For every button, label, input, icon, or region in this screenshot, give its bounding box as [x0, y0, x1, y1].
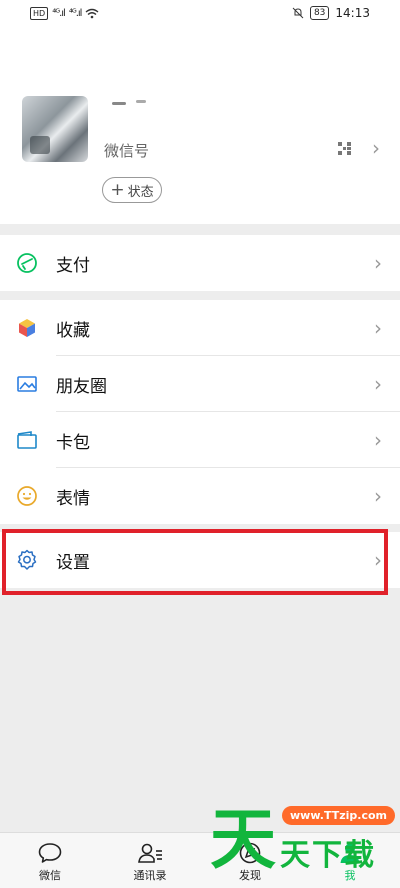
bottom-tab-bar: 微信 通讯录 发现 我	[0, 832, 400, 888]
chevron-right-icon: ›	[374, 484, 382, 508]
menu-item-pay[interactable]: 支付 ›	[0, 235, 400, 291]
profile-header[interactable]: 微信号 › + 状态	[0, 28, 400, 224]
qr-code-icon[interactable]	[338, 142, 351, 155]
menu-item-settings[interactable]: 设置 ›	[0, 532, 400, 588]
plus-icon: +	[110, 179, 125, 200]
wifi-icon	[85, 8, 99, 19]
chevron-right-icon: ›	[374, 316, 382, 340]
tab-me-label: 我	[344, 869, 356, 882]
battery-indicator: 83	[309, 6, 330, 20]
menu-item-favorites[interactable]: 收藏 ›	[0, 300, 400, 356]
menu-item-cards-label: 卡包	[56, 432, 90, 453]
menu-item-stickers[interactable]: 表情 ›	[0, 468, 400, 524]
signal-icon: ⁴ᴳ.ıl	[52, 8, 66, 19]
chevron-right-icon: ›	[374, 428, 382, 452]
watermark-url: www.TTzip.com	[282, 806, 395, 825]
main-menu-section: 收藏 › 朋友圈 › 卡包 › 表情 ›	[0, 300, 400, 524]
tab-discover[interactable]: 发现	[200, 833, 300, 888]
chevron-right-icon: ›	[374, 251, 382, 275]
tab-discover-label: 发现	[239, 869, 261, 882]
menu-item-moments-label: 朋友圈	[56, 376, 107, 397]
tab-chats-label: 微信	[39, 869, 61, 882]
person-icon	[340, 843, 360, 863]
tab-contacts[interactable]: 通讯录	[100, 833, 200, 888]
pay-section: 支付 ›	[0, 235, 400, 291]
tab-me[interactable]: 我	[300, 833, 400, 888]
settings-section: 设置 ›	[0, 532, 400, 588]
tab-contacts-label: 通讯录	[133, 869, 167, 882]
menu-item-pay-label: 支付	[56, 255, 90, 276]
compass-icon	[239, 842, 261, 864]
add-status-button[interactable]: + 状态	[102, 177, 162, 203]
chevron-right-icon: ›	[374, 372, 382, 396]
chevron-right-icon: ›	[374, 548, 382, 572]
signal-icon-2: ⁴ᴳ.ıl	[68, 8, 83, 19]
menu-item-settings-label: 设置	[56, 552, 90, 573]
nickname-blurred	[104, 98, 164, 110]
gear-icon	[17, 549, 37, 570]
menu-item-moments[interactable]: 朋友圈 ›	[0, 356, 400, 412]
photo-icon	[17, 376, 37, 392]
favorites-cube-icon	[19, 319, 35, 337]
status-bar-left: HD ⁴ᴳ.ıl ⁴ᴳ.ıl	[30, 7, 99, 20]
hd-indicator: HD	[30, 7, 49, 20]
avatar[interactable]	[22, 96, 88, 162]
menu-item-cards[interactable]: 卡包 ›	[0, 412, 400, 468]
status-bar: HD ⁴ᴳ.ıl ⁴ᴳ.ıl 83 14:13	[0, 0, 400, 28]
smiley-icon	[17, 486, 37, 506]
status-button-label: 状态	[127, 184, 154, 200]
chat-bubble-icon	[38, 843, 62, 863]
menu-item-favorites-label: 收藏	[56, 320, 90, 341]
contacts-icon	[138, 843, 162, 863]
card-wallet-icon	[17, 431, 37, 449]
tab-chats[interactable]: 微信	[0, 833, 100, 888]
mute-bell-icon	[292, 7, 304, 19]
wallet-icon	[17, 253, 37, 273]
menu-item-stickers-label: 表情	[56, 488, 90, 509]
clock: 14:13	[335, 6, 370, 20]
status-bar-right: 83 14:13	[292, 6, 370, 20]
chevron-right-icon: ›	[372, 136, 380, 160]
wechat-id-label: 微信号	[104, 142, 150, 160]
